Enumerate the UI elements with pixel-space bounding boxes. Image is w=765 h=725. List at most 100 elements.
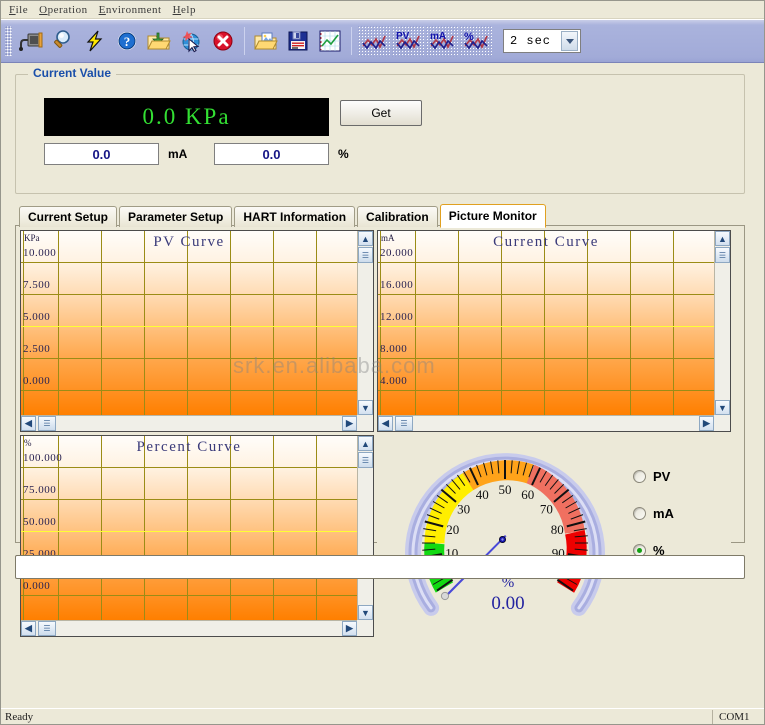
message-input-field[interactable] (16, 556, 744, 578)
interval-select-value: 2 sec (504, 34, 561, 48)
get-button[interactable]: Get (340, 100, 422, 126)
pv-tick-1: 7.500 (23, 279, 50, 291)
pv-display-text: 0.0 KPa (142, 104, 230, 130)
pv-scroll-down-icon[interactable]: ▼ (358, 400, 373, 415)
pv-scroll-left-icon[interactable]: ◀ (21, 416, 36, 431)
percent-gauge: 0102030405060708090100 % 0.00 (399, 439, 611, 635)
current-curve-chart: mA Current Curve 20.000 16.000 12.000 8.… (377, 230, 731, 432)
percent-curve-plot: % Percent Curve 100.000 75.000 50.000 25… (21, 436, 357, 620)
toolbar-separator-2 (351, 27, 352, 55)
current-curve-hscrollbar[interactable]: ◀ ☰ ▶ (378, 415, 714, 431)
curve-ma-icon[interactable]: mA (425, 25, 459, 57)
curve-all-icon[interactable] (357, 25, 391, 57)
chevron-down-icon[interactable] (561, 31, 578, 51)
current-scroll-corner (714, 415, 730, 431)
current-curve-vscrollbar[interactable]: ▲ ☰ ▼ (714, 231, 730, 415)
ma-value-field[interactable]: 0.0 (44, 143, 159, 165)
svg-text:%: % (464, 31, 474, 43)
toolbar-separator (244, 27, 245, 55)
radio-pv-dot[interactable] (633, 470, 646, 483)
connect-device-icon[interactable] (15, 25, 47, 57)
status-bar: Ready COM1 (1, 708, 764, 724)
tab-strip: Current Setup Parameter Setup HART Infor… (19, 203, 548, 227)
lightning-icon[interactable] (79, 25, 111, 57)
curve-percent-icon[interactable]: % (459, 25, 493, 57)
application-window: File Operation Environment Help (0, 0, 765, 725)
current-scroll-right-icon[interactable]: ▶ (699, 416, 714, 431)
ma-unit-label: mA (168, 147, 187, 161)
current-vscroll-thumb[interactable]: ☰ (715, 247, 730, 263)
percent-curve-midline (21, 531, 357, 532)
svg-text:PV: PV (396, 31, 410, 42)
pv-curve-vscrollbar[interactable]: ▲ ☰ ▼ (357, 231, 373, 415)
help-icon[interactable]: ? (111, 25, 143, 57)
pv-curve-hscrollbar[interactable]: ◀ ☰ ▶ (21, 415, 357, 431)
tab-hart-information[interactable]: HART Information (234, 206, 355, 227)
current-curve-grid (378, 231, 714, 415)
pv-scroll-up-icon[interactable]: ▲ (358, 231, 373, 246)
menu-item-environment[interactable]: Environment (97, 4, 171, 16)
current-scroll-left-icon[interactable]: ◀ (378, 416, 393, 431)
radio-ma-label: mA (653, 506, 674, 521)
radio-ma-dot[interactable] (633, 507, 646, 520)
pv-hscroll-thumb[interactable]: ☰ (38, 416, 56, 431)
cancel-icon[interactable] (207, 25, 239, 57)
globe-pointer-icon[interactable] (175, 25, 207, 57)
gauge-tick-label: 70 (540, 501, 553, 516)
percent-curve-grid (21, 436, 357, 620)
pv-scroll-right-icon[interactable]: ▶ (342, 416, 357, 431)
percent-value-field[interactable]: 0.0 (214, 143, 329, 165)
status-right-text: COM1 (712, 710, 764, 724)
search-icon[interactable] (47, 25, 79, 57)
current-scroll-up-icon[interactable]: ▲ (715, 231, 730, 246)
gauge-tick-label: 50 (499, 482, 512, 497)
pv-curve-unit: KPa (24, 233, 40, 243)
save-disk-icon[interactable] (282, 25, 314, 57)
current-scroll-down-icon[interactable]: ▼ (715, 400, 730, 415)
tab-current-setup[interactable]: Current Setup (19, 206, 117, 227)
pv-display: 0.0 KPa (44, 98, 329, 136)
current-tick-4: 4.000 (380, 375, 407, 387)
curve-pv-icon[interactable]: PV (391, 25, 425, 57)
current-hscroll-thumb[interactable]: ☰ (395, 416, 413, 431)
pv-tick-4: 0.000 (23, 375, 50, 387)
percent-vscroll-thumb[interactable]: ☰ (358, 452, 373, 468)
menu-item-help[interactable]: Help (171, 4, 205, 16)
pv-vscroll-thumb[interactable]: ☰ (358, 247, 373, 263)
message-input[interactable] (15, 555, 745, 579)
percent-scroll-down-icon[interactable]: ▼ (358, 605, 373, 620)
gauge-tick-label: 60 (521, 487, 534, 502)
interval-select[interactable]: 2 sec (503, 29, 581, 53)
pv-curve-grid (21, 231, 357, 415)
current-curve-unit: mA (381, 233, 395, 243)
toolbar-grip[interactable] (5, 26, 12, 56)
percent-curve-unit: % (24, 438, 32, 448)
percent-scroll-up-icon[interactable]: ▲ (358, 436, 373, 451)
percent-curve-vscrollbar[interactable]: ▲ ☰ ▼ (357, 436, 373, 620)
svg-text:mA: mA (430, 31, 446, 42)
pv-scroll-corner (357, 415, 373, 431)
menu-bar: File Operation Environment Help (1, 1, 764, 19)
picture-monitor-page: KPa PV Curve 10.000 7.500 5.000 2.500 0.… (15, 225, 745, 543)
tab-picture-monitor[interactable]: Picture Monitor (440, 204, 546, 228)
radio-ma[interactable]: mA (633, 506, 713, 521)
percent-tick-1: 75.000 (23, 484, 56, 496)
percent-tick-0: 100.000 (23, 452, 62, 464)
pv-curve-plot: KPa PV Curve 10.000 7.500 5.000 2.500 0.… (21, 231, 357, 415)
percent-hscroll-thumb[interactable]: ☰ (38, 621, 56, 636)
open-folder-icon[interactable] (143, 25, 175, 57)
radio-pv-label: PV (653, 469, 670, 484)
client-area: Current Value 0.0 KPa Get 0.0 mA 0.0 % C… (1, 65, 764, 708)
tab-calibration[interactable]: Calibration (357, 206, 438, 227)
radio-pv[interactable]: PV (633, 469, 713, 484)
percent-scroll-right-icon[interactable]: ▶ (342, 621, 357, 636)
percent-curve-hscrollbar[interactable]: ◀ ☰ ▶ (21, 620, 357, 636)
pv-tick-2: 5.000 (23, 311, 50, 323)
menu-item-operation[interactable]: Operation (37, 4, 97, 16)
menu-item-file[interactable]: File (7, 4, 37, 16)
folder-picture-icon[interactable] (250, 25, 282, 57)
chart-report-icon[interactable] (314, 25, 346, 57)
percent-scroll-left-icon[interactable]: ◀ (21, 621, 36, 636)
gauge-value-label: 0.00 (491, 593, 524, 614)
tab-parameter-setup[interactable]: Parameter Setup (119, 206, 232, 227)
